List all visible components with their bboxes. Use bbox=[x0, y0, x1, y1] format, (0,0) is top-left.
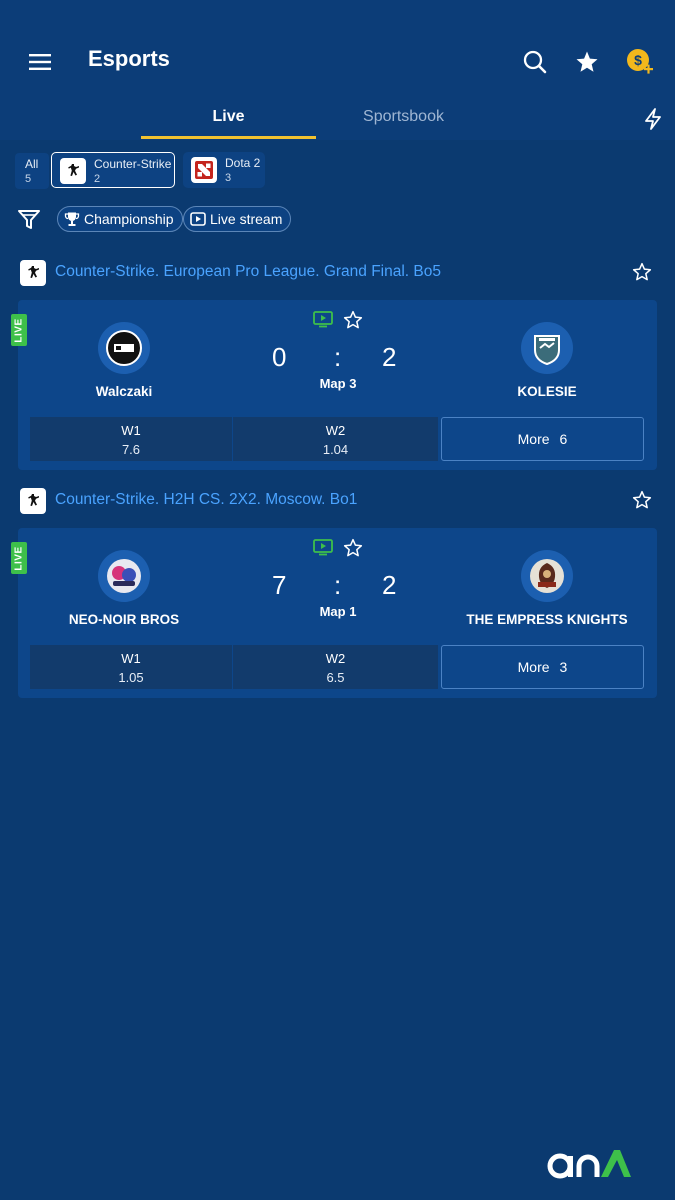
live-stream-filter-label: Live stream bbox=[210, 211, 283, 227]
championship-filter-chip[interactable]: Championship bbox=[57, 206, 183, 232]
tab-bar: Live Sportsbook bbox=[0, 98, 675, 140]
team-logo bbox=[521, 322, 573, 374]
odds-w1-button[interactable]: W1 1.05 bbox=[30, 645, 232, 689]
tv-icon[interactable] bbox=[313, 538, 333, 556]
team-name: Walczaki bbox=[95, 384, 153, 399]
more-count: 6 bbox=[559, 431, 568, 447]
brand-logo bbox=[546, 1146, 632, 1180]
team-logo bbox=[98, 322, 150, 374]
sport-filter-bar: All 5 Counter-Strike 2 Dota 2 3 bbox=[0, 152, 675, 190]
map-label: Map 1 bbox=[319, 604, 357, 619]
dota-2-icon bbox=[191, 157, 217, 183]
team-2-score: 2 bbox=[382, 342, 397, 372]
tv-icon[interactable] bbox=[313, 310, 333, 328]
star-outline-icon[interactable] bbox=[343, 538, 363, 558]
more-label: More bbox=[517, 659, 550, 675]
league-name: Counter-Strike. H2H CS. 2X2. Moscow. Bo1 bbox=[55, 491, 358, 508]
menu-icon[interactable] bbox=[22, 44, 58, 80]
odds-w2-button[interactable]: W2 6.5 bbox=[233, 645, 438, 689]
score-separator: : bbox=[334, 570, 342, 600]
team-name: THE EMPRESS KNIGHTS bbox=[466, 612, 628, 627]
star-outline-icon[interactable] bbox=[630, 488, 654, 512]
more-markets-button[interactable]: More 6 bbox=[441, 417, 644, 461]
filter-row: Championship Live stream bbox=[0, 205, 675, 233]
sport-chip-count: 2 bbox=[94, 173, 101, 185]
event-header[interactable]: Counter-Strike. European Pro League. Gra… bbox=[0, 248, 675, 300]
sport-chip-all[interactable]: All 5 bbox=[15, 153, 49, 189]
counter-strike-icon bbox=[20, 260, 46, 286]
odds-label: W2 bbox=[325, 651, 346, 666]
sport-chip-dota-2[interactable]: Dota 2 3 bbox=[183, 152, 265, 188]
play-icon bbox=[190, 212, 206, 226]
svg-text:$: $ bbox=[634, 52, 642, 68]
star-outline-icon[interactable] bbox=[343, 310, 363, 330]
sport-chip-count: 5 bbox=[25, 173, 32, 185]
odds-label: W2 bbox=[325, 423, 346, 438]
odds-value: 7.6 bbox=[121, 442, 141, 457]
filter-icon[interactable] bbox=[16, 207, 42, 233]
star-outline-icon[interactable] bbox=[630, 260, 654, 284]
championship-filter-label: Championship bbox=[84, 211, 174, 227]
more-markets-button[interactable]: More 3 bbox=[441, 645, 644, 689]
team-name: KOLESIE bbox=[517, 384, 577, 399]
league-name: Counter-Strike. European Pro League. Gra… bbox=[55, 263, 442, 280]
live-badge-label: LIVE bbox=[13, 317, 25, 343]
bolt-icon[interactable] bbox=[638, 104, 668, 134]
event-header[interactable]: Counter-Strike. H2H CS. 2X2. Moscow. Bo1 bbox=[0, 476, 675, 528]
counter-strike-icon bbox=[20, 488, 46, 514]
odds-w2-button[interactable]: W2 1.04 bbox=[233, 417, 438, 461]
odds-label: W1 bbox=[121, 651, 141, 666]
tab-live[interactable]: Live bbox=[141, 108, 316, 126]
sport-chip-count: 3 bbox=[225, 172, 232, 184]
sport-chip-label: All bbox=[25, 157, 39, 171]
score-block: 7 : 2 Map 1 bbox=[218, 538, 458, 619]
live-badge-label: LIVE bbox=[13, 545, 25, 571]
team-2: THE EMPRESS KNIGHTS bbox=[447, 550, 647, 627]
score-separator: : bbox=[334, 342, 342, 372]
team-name: NEO-NOIR BROS bbox=[68, 612, 180, 627]
team-logo bbox=[98, 550, 150, 602]
team-1: Walczaki bbox=[24, 322, 224, 399]
page-title: Esports bbox=[88, 46, 170, 71]
active-tab-indicator bbox=[141, 136, 316, 139]
team-2-score: 2 bbox=[382, 570, 397, 600]
score-block: 0 : 2 Map 3 bbox=[218, 310, 458, 391]
app-header: Esports $ Live Sportsbook bbox=[0, 0, 675, 140]
trophy-icon bbox=[64, 212, 80, 226]
odds-label: W1 bbox=[121, 423, 141, 438]
match-card[interactable]: LIVE Walczaki 0 : 2 Map 3 KOLESIE W1 7.6… bbox=[11, 300, 657, 470]
more-count: 3 bbox=[559, 659, 568, 675]
sport-chip-counter-strike[interactable]: Counter-Strike 2 bbox=[51, 152, 175, 188]
match-card[interactable]: LIVE NEO-NOIR BROS 7 : 2 Map 1 THE EMPRE… bbox=[11, 528, 657, 698]
sport-chip-label: Counter-Strike bbox=[94, 157, 172, 171]
team-1-score: 7 bbox=[272, 570, 287, 600]
coin-plus-icon[interactable]: $ bbox=[622, 44, 658, 80]
team-1: NEO-NOIR BROS bbox=[24, 550, 224, 627]
odds-value: 6.5 bbox=[326, 670, 345, 685]
sport-chip-label: Dota 2 bbox=[225, 156, 261, 170]
team-1-score: 0 bbox=[272, 342, 287, 372]
odds-w1-button[interactable]: W1 7.6 bbox=[30, 417, 232, 461]
map-label: Map 3 bbox=[319, 376, 357, 391]
counter-strike-icon bbox=[60, 158, 86, 184]
tab-sportsbook[interactable]: Sportsbook bbox=[316, 108, 491, 126]
team-2: KOLESIE bbox=[447, 322, 647, 399]
odds-value: 1.04 bbox=[322, 442, 349, 457]
team-logo bbox=[521, 550, 573, 602]
live-stream-filter-chip[interactable]: Live stream bbox=[183, 206, 292, 232]
more-label: More bbox=[517, 431, 550, 447]
odds-value: 1.05 bbox=[118, 670, 144, 685]
favorites-star-icon[interactable] bbox=[569, 44, 605, 80]
search-icon[interactable] bbox=[517, 44, 553, 80]
